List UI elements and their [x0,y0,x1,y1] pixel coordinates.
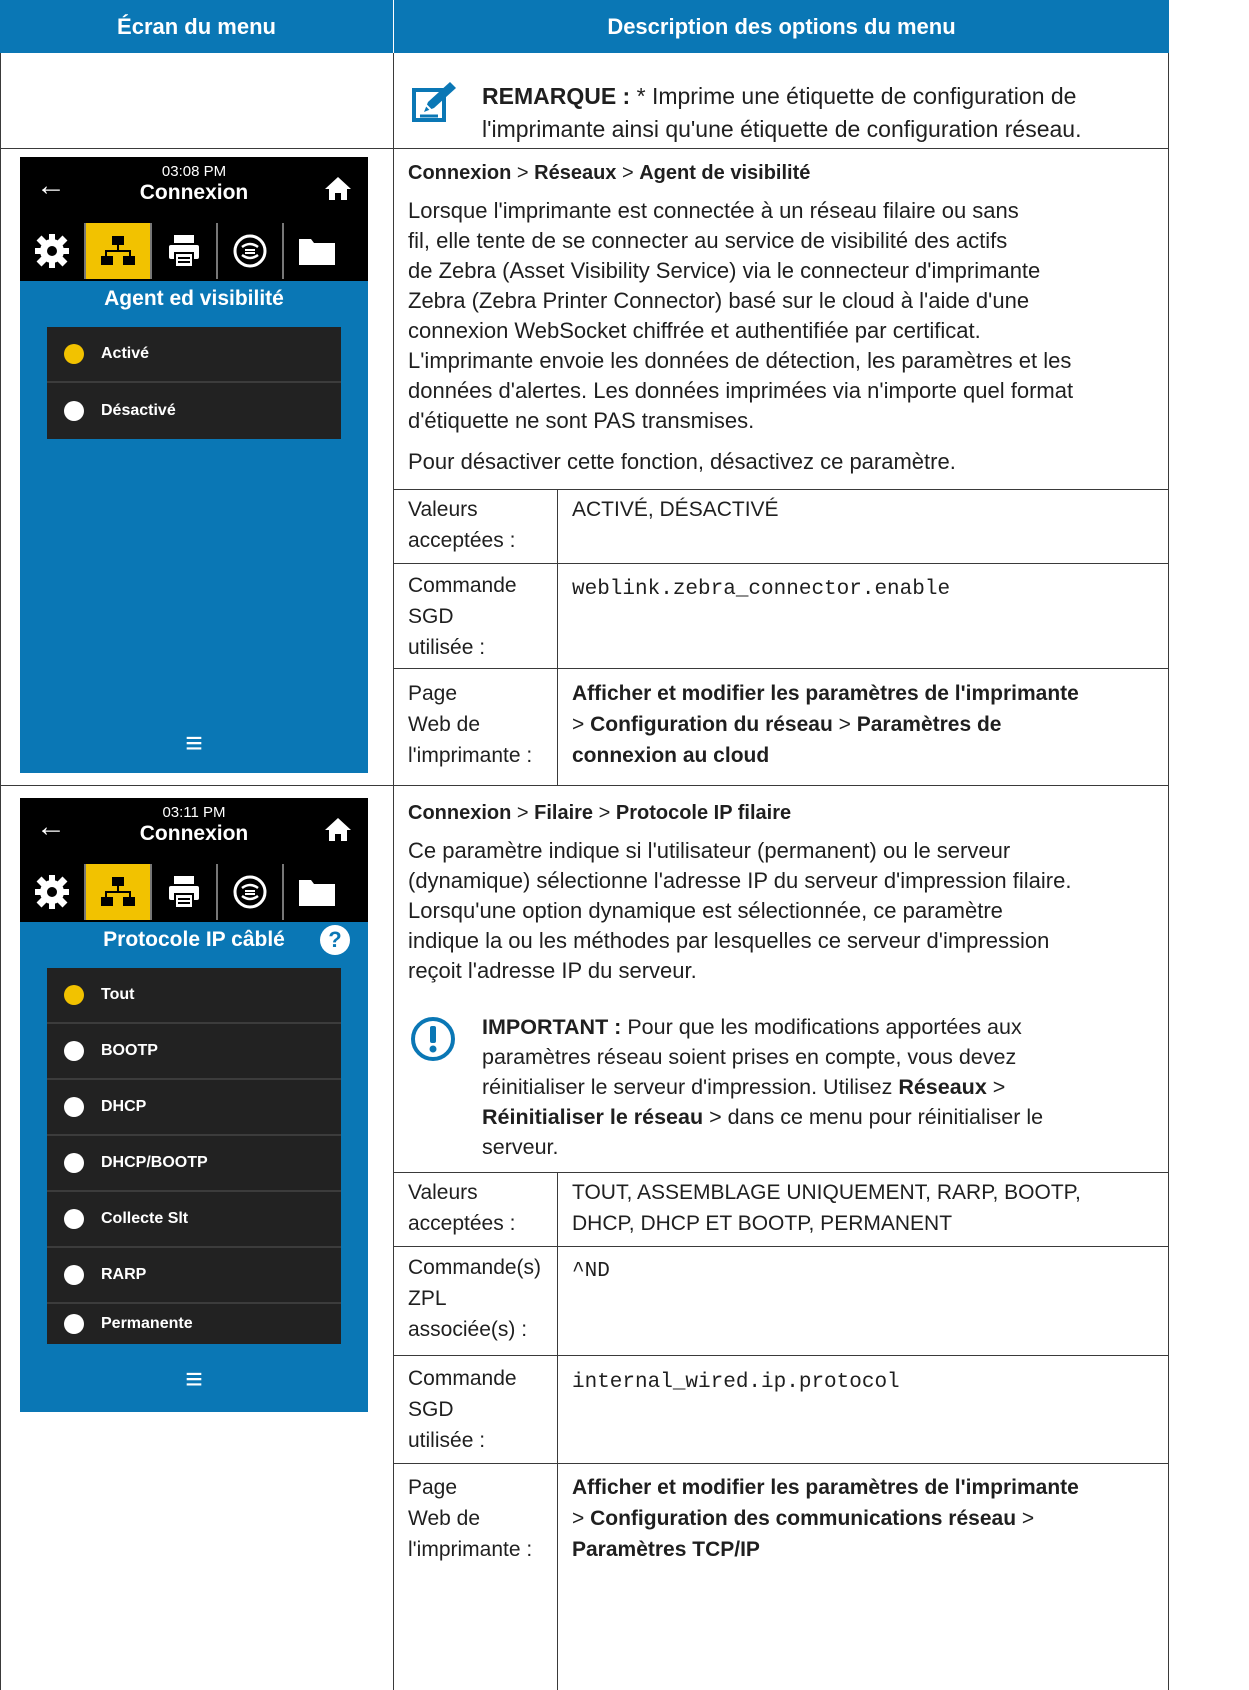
inner-table-line [394,1246,1169,1247]
rfid-icon[interactable] [218,223,284,279]
settings-gear-icon[interactable] [20,864,86,920]
cell-value-accepted-values: TOUT, ASSEMBLAGE UNIQUEMENT, RARP, BOOTP… [572,1181,1081,1235]
option-bootp[interactable]: BOOTP [47,1024,341,1080]
printer-icon[interactable] [152,223,218,279]
option-dhcp[interactable]: DHCP [47,1080,341,1136]
note-text: REMARQUE : * Imprime une étiquette de co… [482,83,1082,142]
printer-icon[interactable] [152,864,218,920]
rfid-icon[interactable] [218,864,284,920]
inner-table-line [394,489,1169,490]
option-inactive[interactable]: Désactivé [47,383,341,439]
screen-top-bar: ← 03:11 PM Connexion [20,798,368,864]
settings-gear-icon[interactable] [20,223,86,279]
screen-title: Connexion [139,181,249,204]
inner-table-divider [557,1172,558,1690]
inner-table-line [394,668,1169,669]
cell-label-sgd-command: Commande SGD utilisée : [408,1367,517,1452]
header-menu-screen: Écran du menu [0,0,393,53]
cell-label-web-page: Page Web de l'imprimante : [408,1476,533,1561]
table-border-left [0,53,1,1690]
option-dhcp-bootp[interactable]: DHCP/BOOTP [47,1136,341,1192]
description-paragraph: Ce paramètre indique si l'utilisateur (p… [408,838,1072,983]
radio-icon [64,1153,84,1173]
screen-icon-row [20,864,368,922]
home-icon[interactable] [324,816,352,847]
screen-icon-row [20,223,368,281]
important-text: IMPORTANT : Pour que les modifications a… [482,1015,1044,1159]
inner-table-line [394,563,1169,564]
help-icon[interactable]: ? [320,925,350,955]
network-icon[interactable] [86,864,152,920]
description-paragraph: Lorsque l'imprimante est connectée à un … [408,198,1074,433]
screen-top-bar: ← 03:08 PM Connexion [20,157,368,223]
cell-label-sgd-command: Commande SGD utilisée : [408,574,517,659]
radio-icon [64,1265,84,1285]
screen-heading: Protocole IP câblé [103,928,285,951]
cell-label-accepted-values: Valeurs acceptées : [408,1181,516,1235]
breadcrumb: Connexion > Filaire > Protocole IP filai… [408,802,792,824]
radio-icon [64,1314,84,1334]
printer-screen-visibility-agent: ← 03:08 PM Connexion Agent ed visibilité… [20,157,368,773]
cell-value-sgd-command: internal_wired.ip.protocol [572,1371,900,1394]
important-label: IMPORTANT : [482,1015,622,1039]
inner-table-line [394,1172,1169,1173]
screen-title: Connexion [139,822,249,845]
breadcrumb: Connexion > Réseaux > Agent de visibilit… [408,162,811,184]
radio-icon [64,1097,84,1117]
option-active[interactable]: Activé [47,327,341,383]
cell-value-web-page: Afficher et modifier les paramètres de l… [572,1476,1079,1561]
screen-time: 03:08 PM [161,163,227,180]
inner-table-divider [557,489,558,785]
cell-label-web-page: Page Web de l'imprimante : [408,682,533,767]
row-divider [0,785,1169,786]
inner-table-line [394,1355,1169,1356]
important-icon [410,1016,456,1062]
note-icon [408,78,460,130]
hamburger-menu-icon[interactable]: ≡ [20,1363,368,1397]
note-label: REMARQUE : [482,83,631,109]
description-paragraph: Pour désactiver cette fonction, désactiv… [408,449,956,474]
folder-icon[interactable] [284,223,350,279]
home-icon[interactable] [324,175,352,206]
option-rarp[interactable]: RARP [47,1248,341,1304]
option-glean-only[interactable]: Collecte Slt [47,1192,341,1248]
table-border-right [1168,53,1169,1690]
option-permanent[interactable]: Permanente [47,1304,341,1344]
network-icon[interactable] [86,223,152,279]
cell-label-zpl-command: Commande(s) ZPL associée(s) : [408,1256,542,1341]
row-divider [0,148,1169,149]
cell-value-zpl-command: ^ND [572,1260,610,1283]
option-list: Tout BOOTP DHCP DHCP/BOOTP Collecte Slt … [47,968,341,1344]
printer-screen-wired-ip-protocol: ← 03:11 PM Connexion Protocole IP câblé … [20,798,368,1412]
folder-icon[interactable] [284,864,350,920]
radio-icon [64,1209,84,1229]
radio-icon [64,401,84,421]
screen-time: 03:11 PM [162,804,226,821]
cell-value-accepted-values: ACTIVÉ, DÉSACTIVÉ [572,498,779,521]
cell-value-web-page: Afficher et modifier les paramètres de l… [572,682,1079,767]
screen-heading: Agent ed visibilité [104,287,284,310]
inner-table-line [394,1463,1169,1464]
hamburger-menu-icon[interactable]: ≡ [20,727,368,761]
radio-icon [64,1041,84,1061]
cell-value-sgd-command: weblink.zebra_connector.enable [572,578,951,601]
radio-selected-icon [64,985,84,1005]
option-all[interactable]: Tout [47,968,341,1024]
radio-selected-icon [64,344,84,364]
header-menu-description: Description des options du menu [394,0,1169,53]
option-list: Activé Désactivé [47,327,341,439]
table-divider [393,53,394,1690]
cell-label-accepted-values: Valeurs acceptées : [408,498,516,552]
